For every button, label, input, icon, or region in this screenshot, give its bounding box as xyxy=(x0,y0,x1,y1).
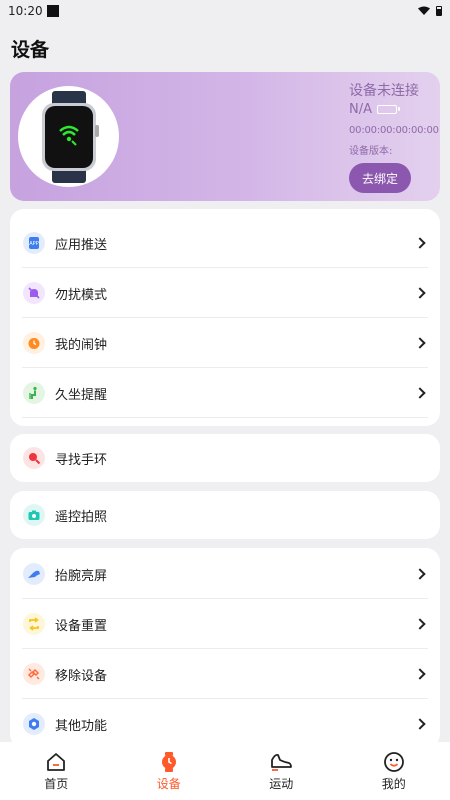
device-mac: 00:00:00:00:00:00 xyxy=(349,125,439,136)
device-info: 设备未连接 N/A 00:00:00:00:00:00 设备版本: xyxy=(349,80,439,157)
app-push-icon: APP xyxy=(23,232,45,254)
row-label: 应用推送 xyxy=(55,237,108,253)
remove-device-icon xyxy=(23,663,45,685)
battery-icon xyxy=(436,6,442,16)
watch-image xyxy=(18,86,119,187)
chevron-right-icon xyxy=(414,287,426,299)
device-battery-value: N/A xyxy=(349,102,372,117)
device-card: 设备未连接 N/A 00:00:00:00:00:00 设备版本: 去绑定 xyxy=(10,72,440,201)
find-band-icon xyxy=(23,447,45,469)
smartwatch-icon xyxy=(41,90,99,183)
row-raise-wrist[interactable]: 抬腕亮屏 xyxy=(10,549,440,599)
alarm-icon xyxy=(23,332,45,354)
row-label: 我的闹钟 xyxy=(55,337,108,353)
chevron-right-icon xyxy=(414,237,426,249)
row-label: 移除设备 xyxy=(55,668,108,684)
notification-icon xyxy=(46,5,59,17)
settings-group-3: 遥控拍照 xyxy=(10,491,440,539)
page-title: 设备 xyxy=(11,39,50,61)
settings-group-1: APP 应用推送 勿扰模式 我的闹钟 久坐提醒 xyxy=(10,209,440,426)
home-icon xyxy=(47,752,66,771)
row-app-push[interactable]: APP 应用推送 xyxy=(10,218,440,268)
camera-icon xyxy=(23,504,45,526)
profile-icon xyxy=(383,751,404,772)
device-icon xyxy=(161,751,176,772)
status-time: 10:20 xyxy=(8,4,43,18)
device-battery-icon xyxy=(377,105,400,114)
row-other-functions[interactable]: 其他功能 xyxy=(10,699,440,748)
chevron-right-icon xyxy=(414,337,426,349)
row-alarm[interactable]: 我的闹钟 xyxy=(10,318,440,368)
tab-home[interactable]: 首页 xyxy=(0,742,113,800)
chevron-right-icon xyxy=(414,568,426,580)
reset-icon xyxy=(23,613,45,635)
sport-shoe-icon xyxy=(271,753,293,771)
row-find-band[interactable]: 寻找手环 xyxy=(10,434,440,482)
row-label: 遥控拍照 xyxy=(55,509,108,525)
tab-label: 首页 xyxy=(44,776,69,791)
row-label: 设备重置 xyxy=(55,618,108,634)
tab-profile[interactable]: 我的 xyxy=(338,742,450,800)
tab-device[interactable]: 设备 xyxy=(113,742,226,800)
row-do-not-disturb[interactable]: 勿扰模式 xyxy=(10,268,440,318)
bottom-tab-bar: 首页 设备 运动 我的 xyxy=(0,742,450,800)
tab-sport[interactable]: 运动 xyxy=(225,742,338,800)
svg-text:APP: APP xyxy=(29,241,38,247)
status-bar: 10:20 xyxy=(0,0,450,22)
bind-button[interactable]: 去绑定 xyxy=(349,163,411,193)
row-reset[interactable]: 设备重置 xyxy=(10,599,440,649)
sedentary-icon xyxy=(23,382,45,404)
device-connection-status: 设备未连接 xyxy=(349,83,419,99)
settings-group-4: 抬腕亮屏 设备重置 移除设备 其他功能 xyxy=(10,548,440,748)
row-label: 勿扰模式 xyxy=(55,287,108,303)
row-label: 抬腕亮屏 xyxy=(55,568,108,584)
tab-label: 运动 xyxy=(269,776,294,791)
row-sedentary[interactable]: 久坐提醒 xyxy=(10,368,440,418)
chevron-right-icon xyxy=(414,387,426,399)
chevron-right-icon xyxy=(414,718,426,730)
row-remote-camera[interactable]: 遥控拍照 xyxy=(10,491,440,539)
tab-label: 我的 xyxy=(381,776,406,791)
settings-group-2: 寻找手环 xyxy=(10,434,440,482)
wifi-icon xyxy=(418,6,430,15)
chevron-right-icon xyxy=(414,618,426,630)
row-label: 其他功能 xyxy=(55,718,108,734)
do-not-disturb-icon xyxy=(23,282,45,304)
other-functions-icon xyxy=(23,713,45,735)
row-label: 久坐提醒 xyxy=(55,387,108,403)
device-version: 设备版本: xyxy=(349,146,393,157)
row-remove-device[interactable]: 移除设备 xyxy=(10,649,440,699)
chevron-right-icon xyxy=(414,668,426,680)
row-label: 寻找手环 xyxy=(55,452,108,468)
raise-wrist-icon xyxy=(23,563,45,585)
tab-label: 设备 xyxy=(156,776,181,791)
